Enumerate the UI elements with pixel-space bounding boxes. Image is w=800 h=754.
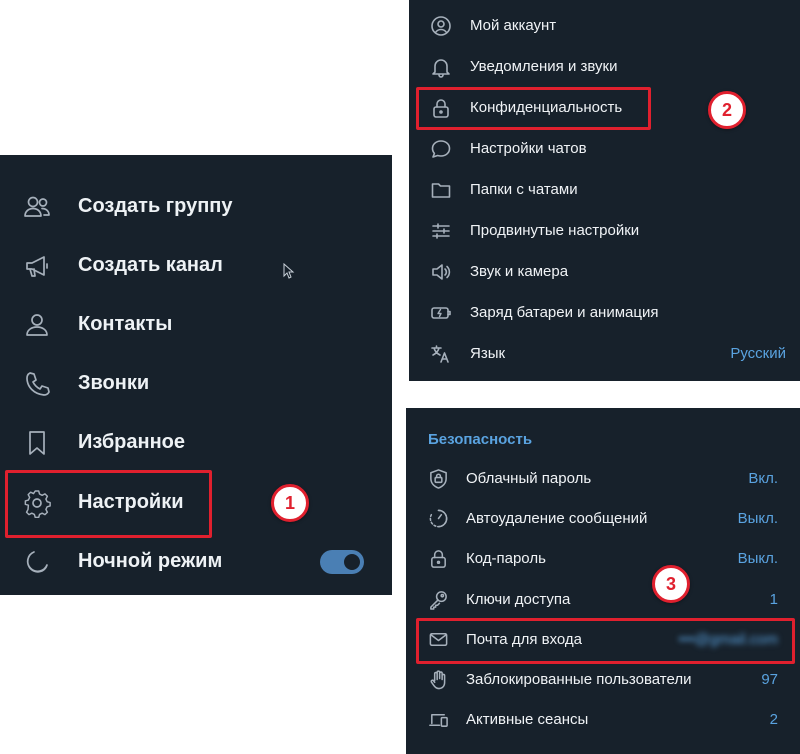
menu-item-label: Звонки [78,372,150,394]
bell-icon [429,55,453,79]
sliders-icon [429,219,453,243]
security-item-value: 2 [769,711,778,729]
menu-item-create-channel[interactable]: Создать канал [0,236,392,295]
security-item-value: 97 [761,671,778,689]
security-item-label: Ключи доступа [466,590,571,608]
settings-item-chat-settings[interactable]: Настройки чатов [409,128,800,169]
settings-item-label: Продвинутые настройки [470,222,640,239]
menu-item-label: Ночной режим [78,550,223,572]
settings-item-label: Настройки чатов [470,140,587,157]
settings-item-language[interactable]: Язык Русский [409,333,800,374]
moon-icon [18,543,56,581]
security-item-active-sessions[interactable]: Активные сеансы 2 [406,700,800,740]
settings-item-label: Язык [470,345,506,362]
settings-item-chat-folders[interactable]: Папки с чатами [409,169,800,210]
security-item-auto-delete[interactable]: Автоудаление сообщений Выкл. [406,498,800,538]
security-item-passkeys[interactable]: Ключи доступа 1 [406,579,800,619]
chat-bubble-icon [429,137,453,161]
settings-item-sound-camera[interactable]: Звук и камера [409,251,800,292]
lock-icon [426,547,450,571]
security-item-value: 1 [769,590,778,608]
settings-item-advanced[interactable]: Продвинутые настройки [409,210,800,251]
security-item-blocked-users[interactable]: Заблокированные пользователи 97 [406,660,800,700]
highlight-login-email [416,618,795,664]
account-circle-icon [429,14,453,38]
security-item-label: Активные сеансы [466,711,589,729]
security-panel: Безопасность Облачный пароль Вкл. Автоуд… [406,408,800,754]
highlight-privacy [416,87,651,130]
shield-lock-icon [426,466,450,490]
security-item-label: Заблокированные пользователи [466,671,692,689]
security-item-cloud-password[interactable]: Облачный пароль Вкл. [406,458,800,498]
step-badge-2: 2 [708,91,746,129]
security-item-passcode[interactable]: Код-пароль Выкл. [406,539,800,579]
key-icon [426,587,450,611]
step-badge-3: 3 [652,565,690,603]
settings-item-label: Уведомления и звуки [470,58,618,75]
menu-item-night-mode[interactable]: Ночной режим [0,532,392,591]
menu-item-label: Избранное [78,431,186,453]
language-value: Русский [730,345,786,362]
settings-item-label: Мой аккаунт [470,17,557,34]
mouse-cursor-icon [283,263,295,279]
settings-item-label: Заряд батареи и анимация [470,304,659,321]
toggle-knob [341,551,363,573]
settings-item-label: Папки с чатами [470,181,578,198]
translate-icon [429,342,453,366]
settings-menu-panel: Мой аккаунт Уведомления и звуки Конфиден… [409,0,800,381]
security-item-value: Выкл. [737,509,778,527]
menu-item-saved[interactable]: Избранное [0,413,392,472]
security-item-value: Выкл. [737,550,778,568]
menu-item-label: Контакты [78,313,173,335]
people-icon [18,188,56,226]
bookmark-icon [18,424,56,462]
night-mode-toggle[interactable] [320,550,364,574]
settings-item-battery-animation[interactable]: Заряд батареи и анимация [409,292,800,333]
security-item-value: Вкл. [748,469,778,487]
menu-item-contacts[interactable]: Контакты [0,295,392,354]
settings-item-label: Звук и камера [470,263,569,280]
devices-icon [426,708,450,732]
highlight-settings [5,470,212,538]
menu-item-label: Создать группу [78,195,233,217]
phone-icon [18,365,56,403]
timer-icon [426,506,450,530]
step-badge-1: 1 [271,484,309,522]
section-title-security: Безопасность [428,431,533,448]
menu-item-label: Создать канал [78,254,223,276]
security-item-label: Облачный пароль [466,469,592,487]
settings-item-my-account[interactable]: Мой аккаунт [409,5,800,46]
menu-item-create-group[interactable]: Создать группу [0,177,392,236]
hand-icon [426,668,450,692]
speaker-icon [429,260,453,284]
battery-icon [429,301,453,325]
person-icon [18,306,56,344]
security-item-label: Код-пароль [466,550,546,568]
security-item-label: Автоудаление сообщений [466,509,648,527]
settings-item-notifications[interactable]: Уведомления и звуки [409,46,800,87]
menu-item-calls[interactable]: Звонки [0,354,392,413]
folder-icon [429,178,453,202]
megaphone-icon [18,247,56,285]
